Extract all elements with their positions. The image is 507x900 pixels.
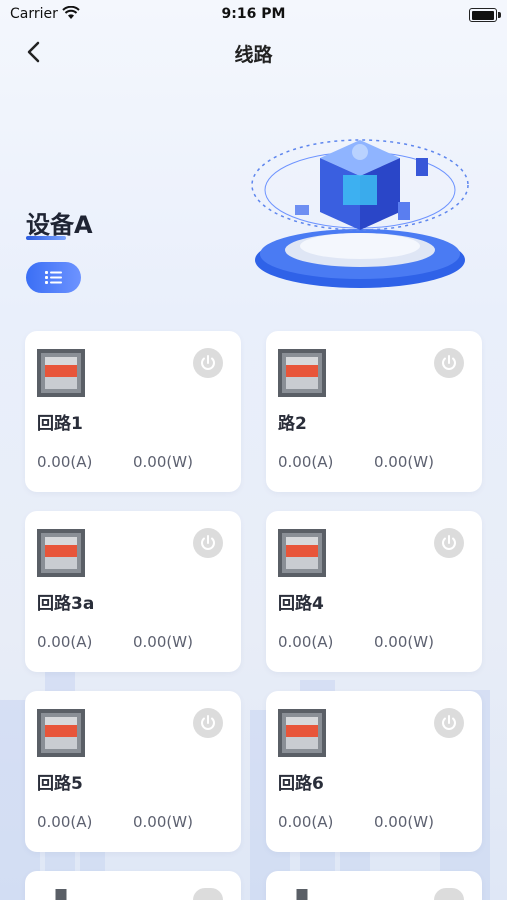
power-button[interactable] <box>193 528 223 558</box>
circuit-power: 0.00(W) <box>374 813 434 831</box>
power-button[interactable] <box>193 348 223 378</box>
circuit-card[interactable] <box>25 871 241 900</box>
circuit-name: 回路5 <box>37 774 83 794</box>
battery-icon <box>469 8 501 22</box>
breaker-switch-icon <box>55 889 67 900</box>
breaker-switch-icon <box>278 709 326 757</box>
list-icon <box>45 271 62 284</box>
breaker-switch-icon <box>37 529 85 577</box>
circuit-name: 回路6 <box>278 774 324 794</box>
power-icon <box>442 715 456 730</box>
status-time: 9:16 PM <box>221 6 286 22</box>
power-icon <box>442 355 456 370</box>
circuit-current: 0.00(A) <box>278 813 334 831</box>
breaker-switch-icon <box>37 709 85 757</box>
circuit-card[interactable]: 回路5 0.00(A) 0.00(W) <box>25 691 241 852</box>
device-name: 设备A <box>26 211 93 239</box>
circuit-current: 0.00(A) <box>37 633 93 651</box>
circuit-current: 0.00(A) <box>278 633 334 651</box>
circuit-card[interactable]: 回路3a 0.00(A) 0.00(W) <box>25 511 241 672</box>
circuit-card[interactable] <box>266 871 482 900</box>
power-icon <box>201 355 215 370</box>
status-bar: Carrier 9:16 PM <box>0 0 507 30</box>
circuit-power: 0.00(W) <box>133 813 193 831</box>
power-icon <box>442 535 456 550</box>
circuit-card[interactable]: 回路1 0.00(A) 0.00(W) <box>25 331 241 492</box>
breaker-switch-icon <box>278 529 326 577</box>
circuit-power: 0.00(W) <box>374 453 434 471</box>
breaker-switch-icon <box>278 349 326 397</box>
circuit-current: 0.00(A) <box>37 453 93 471</box>
circuit-current: 0.00(A) <box>278 453 334 471</box>
power-button[interactable] <box>434 348 464 378</box>
battery-level <box>471 10 494 20</box>
circuit-name: 路2 <box>278 414 307 434</box>
power-icon <box>201 715 215 730</box>
circuit-power: 0.00(W) <box>133 633 193 651</box>
circuit-card[interactable]: 路2 0.00(A) 0.00(W) <box>266 331 482 492</box>
page-title: 线路 <box>234 44 273 66</box>
power-button[interactable] <box>193 708 223 738</box>
circuit-name: 回路4 <box>278 594 324 614</box>
circuit-name: 回路3a <box>37 594 95 614</box>
list-view-button[interactable] <box>26 262 81 293</box>
navigation-bar: 线路 <box>0 30 507 74</box>
breaker-switch-icon <box>37 349 85 397</box>
power-button[interactable] <box>434 708 464 738</box>
circuit-card[interactable]: 回路4 0.00(A) 0.00(W) <box>266 511 482 672</box>
breaker-switch-icon <box>296 889 308 900</box>
power-button[interactable] <box>434 528 464 558</box>
circuit-card[interactable]: 回路6 0.00(A) 0.00(W) <box>266 691 482 852</box>
device-name-underline <box>26 236 66 240</box>
circuit-name: 回路1 <box>37 414 83 434</box>
power-icon <box>201 535 215 550</box>
circuit-power: 0.00(W) <box>133 453 193 471</box>
circuit-power: 0.00(W) <box>374 633 434 651</box>
power-button[interactable] <box>434 888 464 900</box>
circuit-current: 0.00(A) <box>37 813 93 831</box>
device-illustration <box>251 139 469 288</box>
power-button[interactable] <box>193 888 223 900</box>
